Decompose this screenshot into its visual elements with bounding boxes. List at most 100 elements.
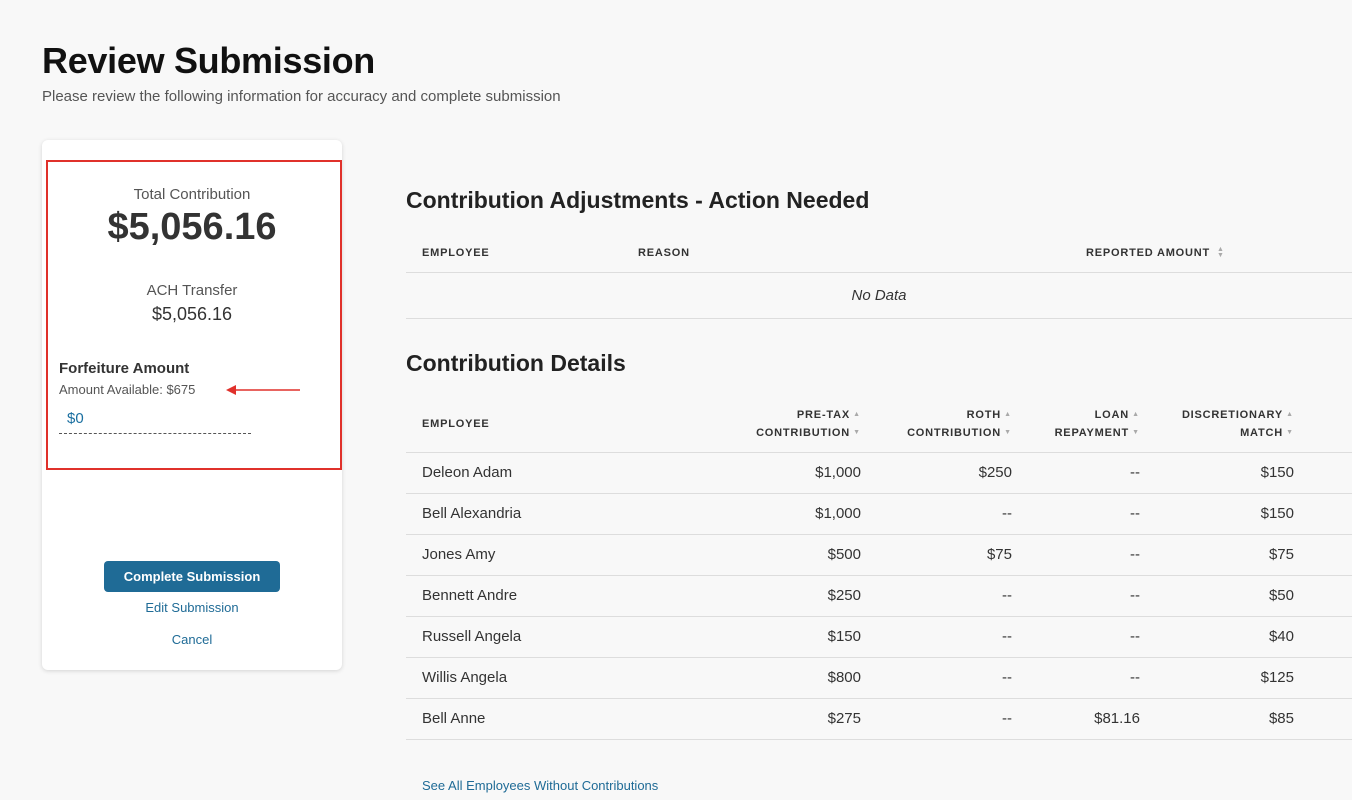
employee-name: Deleon Adam xyxy=(406,452,716,494)
column-header-label: Roth xyxy=(966,409,1001,422)
forfeiture-amount-available: Amount Available: $675 xyxy=(59,382,196,397)
column-header-label: Repayment xyxy=(1054,427,1129,440)
column-header-label: Loan xyxy=(1094,409,1129,422)
column-header-label: Reason xyxy=(638,246,690,259)
details-section-title: Contribution Details xyxy=(406,350,626,376)
employee-name: Willis Angela xyxy=(406,657,716,699)
annotation-arrow-icon xyxy=(226,385,300,395)
row-spacer xyxy=(1294,657,1352,699)
adjustments-section-title: Contribution Adjustments - Action Needed xyxy=(406,187,870,213)
sort-icon[interactable]: ▼ xyxy=(1286,429,1294,436)
column-header-label: Contribution xyxy=(907,427,1001,440)
cancel-link[interactable]: Cancel xyxy=(42,632,342,647)
column-header-label: Pre-Tax xyxy=(796,409,850,422)
row-spacer xyxy=(1294,452,1352,494)
page-subtitle: Please review the following information … xyxy=(42,88,561,105)
match-value: $75 xyxy=(1140,534,1294,576)
column-header-label: Employee xyxy=(422,246,490,259)
column-header-label: Discretionary xyxy=(1181,409,1283,422)
match-value: $150 xyxy=(1140,493,1294,535)
roth-value: $250 xyxy=(861,452,1012,494)
roth-value: -- xyxy=(861,657,1012,699)
column-header-reported-amount[interactable]: Reported Amount ▲ ▼ xyxy=(1062,234,1352,273)
row-spacer xyxy=(1294,616,1352,658)
sort-icon[interactable]: ▼ xyxy=(853,429,861,436)
ach-transfer-value: $5,056.16 xyxy=(151,304,233,324)
roth-value: -- xyxy=(861,616,1012,658)
employee-name: Bell Anne xyxy=(406,698,716,740)
loan-value: -- xyxy=(1012,452,1140,494)
total-contribution-label: Total Contribution xyxy=(133,186,251,203)
employee-name: Bennett Andre xyxy=(406,575,716,617)
complete-submission-button[interactable]: Complete Submission xyxy=(104,561,280,592)
column-header-reason[interactable]: Reason xyxy=(638,234,1062,273)
row-spacer xyxy=(1294,698,1352,740)
loan-value: -- xyxy=(1012,657,1140,699)
employee-name: Bell Alexandria xyxy=(406,493,716,535)
loan-value: -- xyxy=(1012,616,1140,658)
sort-icon[interactable]: ▲ ▼ xyxy=(1217,246,1225,259)
column-header-label: Match xyxy=(1240,427,1283,440)
forfeiture-amount-input[interactable] xyxy=(59,404,251,434)
sort-icon[interactable]: ▲ xyxy=(1132,411,1140,418)
roth-value: -- xyxy=(861,575,1012,617)
pretax-value: $275 xyxy=(716,698,861,740)
table-row: Bell Anne $275 -- $81.16 $85 xyxy=(406,698,1352,740)
column-header-employee[interactable]: Employee xyxy=(406,397,716,453)
contribution-details-table: Employee Pre-Tax ▲ Contribution ▼ Roth ▲ Co… xyxy=(406,397,1352,740)
sort-icon[interactable]: ▲ xyxy=(853,411,861,418)
column-spacer xyxy=(1294,397,1352,453)
adjustments-table: Employee Reason Reported Amount ▲ ▼ No Da… xyxy=(406,234,1352,319)
loan-value: -- xyxy=(1012,534,1140,576)
table-row: Bell Alexandria $1,000 -- -- $150 xyxy=(406,493,1352,535)
edit-submission-link[interactable]: Edit Submission xyxy=(42,600,342,615)
column-header-discretionary-match[interactable]: Discretionary ▲ Match ▼ xyxy=(1140,397,1294,453)
pretax-value: $250 xyxy=(716,575,861,617)
table-row: Jones Amy $500 $75 -- $75 xyxy=(406,534,1352,576)
forfeiture-amount-title: Forfeiture Amount xyxy=(59,360,190,377)
column-header-roth[interactable]: Roth ▲ Contribution ▼ xyxy=(861,397,1012,453)
sort-icon[interactable]: ▼ xyxy=(1004,429,1012,436)
sort-icon[interactable]: ▲ xyxy=(1286,411,1294,418)
column-header-loan[interactable]: Loan ▲ Repayment ▼ xyxy=(1012,397,1140,453)
roth-value: -- xyxy=(861,698,1012,740)
table-row: Russell Angela $150 -- -- $40 xyxy=(406,616,1352,658)
pretax-value: $1,000 xyxy=(716,452,861,494)
column-header-pretax[interactable]: Pre-Tax ▲ Contribution ▼ xyxy=(716,397,861,453)
row-spacer xyxy=(1294,534,1352,576)
pretax-value: $150 xyxy=(716,616,861,658)
column-header-label: Employee xyxy=(422,418,490,431)
pretax-value: $800 xyxy=(716,657,861,699)
employee-name: Jones Amy xyxy=(406,534,716,576)
table-row: Willis Angela $800 -- -- $125 xyxy=(406,657,1352,699)
ach-transfer-label: ACH Transfer xyxy=(146,282,238,299)
table-row: Deleon Adam $1,000 $250 -- $150 xyxy=(406,452,1352,494)
no-data-text: No Data xyxy=(406,272,1352,319)
loan-value: $81.16 xyxy=(1012,698,1140,740)
pretax-value: $1,000 xyxy=(716,493,861,535)
match-value: $125 xyxy=(1140,657,1294,699)
column-header-label: Reported Amount xyxy=(1086,246,1211,259)
total-contribution-value: $5,056.16 xyxy=(107,206,277,248)
page-title: Review Submission xyxy=(42,40,375,81)
employee-name: Russell Angela xyxy=(406,616,716,658)
pretax-value: $500 xyxy=(716,534,861,576)
row-spacer xyxy=(1294,575,1352,617)
column-header-label: Contribution xyxy=(756,427,850,440)
match-value: $85 xyxy=(1140,698,1294,740)
match-value: $150 xyxy=(1140,452,1294,494)
column-header-employee[interactable]: Employee xyxy=(406,234,638,273)
loan-value: -- xyxy=(1012,575,1140,617)
sort-icon[interactable]: ▲ xyxy=(1004,411,1012,418)
roth-value: -- xyxy=(861,493,1012,535)
summary-card: Total Contribution $5,056.16 ACH Transfe… xyxy=(42,140,342,670)
match-value: $50 xyxy=(1140,575,1294,617)
table-row: Bennett Andre $250 -- -- $50 xyxy=(406,575,1352,617)
see-all-employees-link[interactable]: See All Employees Without Contributions xyxy=(422,778,658,793)
loan-value: -- xyxy=(1012,493,1140,535)
page: Review Submission Please review the foll… xyxy=(0,0,1352,800)
match-value: $40 xyxy=(1140,616,1294,658)
table-row-empty: No Data xyxy=(406,272,1352,319)
sort-icon[interactable]: ▼ xyxy=(1132,429,1140,436)
row-spacer xyxy=(1294,493,1352,535)
